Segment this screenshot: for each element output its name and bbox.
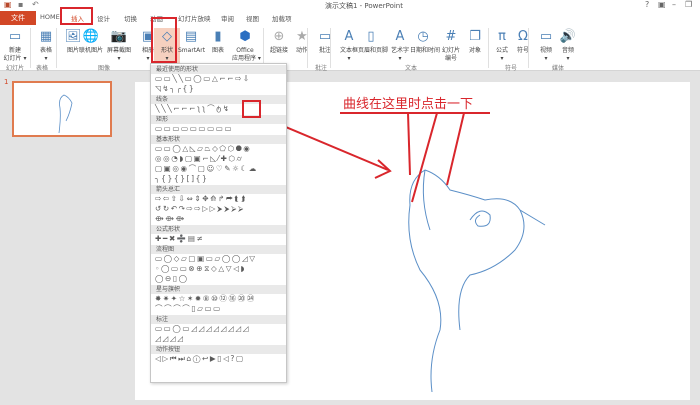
red-annotations: [261, 112, 490, 203]
shape-row-icons[interactable]: ⇨⇦⇧⇩⇔⇕✥⟰↱⮫⮬⮭: [151, 194, 286, 204]
shape-row-icons[interactable]: ◿◿◿◿: [151, 334, 286, 344]
shape-row-icons[interactable]: ▢▣◎◉⌒▢☺♡✎☼☾☁: [151, 164, 286, 174]
gallery-section-header: 矩形: [151, 115, 286, 124]
shape-row-icons[interactable]: ▭▭◯▭◿◿◿◿◿◿◿◿: [151, 324, 286, 334]
shapes-button-highlight: [151, 17, 177, 63]
gallery-section-header: 最近使用的形状: [151, 65, 286, 74]
shape-row-icons[interactable]: ▭◯◇▱▢▣▭▱◯◯◿▽: [151, 254, 286, 264]
gallery-section-header: 流程图: [151, 245, 286, 254]
shape-row-icons[interactable]: ╮{}{}[]{}: [151, 174, 286, 184]
shape-row-icons[interactable]: ▭▭▭▭▭▭▭▭▭: [151, 124, 286, 134]
shape-row-icons[interactable]: ▭▭╲╲▭◯▭△⌐⌐⇨⇩: [151, 74, 286, 84]
shape-row-icons[interactable]: ⌒⌒⌒⌒▯▱▭▭: [151, 304, 286, 314]
annotation-overlay: [261, 112, 546, 393]
hand-drawing: [408, 169, 546, 393]
shape-row-icons[interactable]: ◹↯╮╭{}: [151, 84, 286, 94]
shape-row-icons[interactable]: ✚━✖➗▤≠: [151, 234, 286, 244]
shape-row-icons[interactable]: ⟴⟴⟴: [151, 214, 286, 224]
gallery-section-header: 线条: [151, 95, 286, 104]
shape-row-icons[interactable]: ◁▷⏮⏭⌂ⓘ↩▶▯◁?▢: [151, 354, 286, 364]
shape-row-icons[interactable]: ↺↻↶↷⇨⇨▷▷⮞⮞⮚⮚: [151, 204, 286, 214]
shape-row-icons[interactable]: ◎◎◔◗▢▣⌐◺⁄✚⬡⌭: [151, 154, 286, 164]
gallery-section-header: 星与旗帜: [151, 285, 286, 294]
gallery-section-header: 箭头总汇: [151, 185, 286, 194]
curve-shape-highlight: [242, 100, 261, 118]
insert-tab-highlight: [60, 7, 93, 25]
shapes-gallery-dropdown: 最近使用的形状 ▭▭╲╲▭◯▭△⌐⌐⇨⇩ ◹↯╮╭{} 线条 ╲╲╲⌐⌐⌐ʅʅ⌒ტ↯ 矩形…: [150, 63, 287, 383]
gallery-section-header: 基本形状: [151, 135, 286, 144]
annotation-text: 曲线在这里时点击一下: [343, 97, 474, 112]
gallery-section-header: 公式形状: [151, 225, 286, 234]
shape-row-icons[interactable]: ╲╲╲⌐⌐⌐ʅʅ⌒ტ↯: [151, 104, 286, 114]
shape-row-icons[interactable]: ▭▭◯△◺▱⏢◇⬠⬡⯃◉: [151, 144, 286, 154]
shape-row-icons[interactable]: ◦◯▭▭⊗⊕⧖◇△▽◁◗: [151, 264, 286, 274]
gallery-section-header: 标注: [151, 315, 286, 324]
gallery-section-header: 动作按钮: [151, 345, 286, 354]
shape-row-icons[interactable]: ✸✷✦☆✶✹⑧⑩⑫⑯⑳㉔: [151, 294, 286, 304]
shape-row-icons[interactable]: ◯⊖▯◯: [151, 274, 286, 284]
